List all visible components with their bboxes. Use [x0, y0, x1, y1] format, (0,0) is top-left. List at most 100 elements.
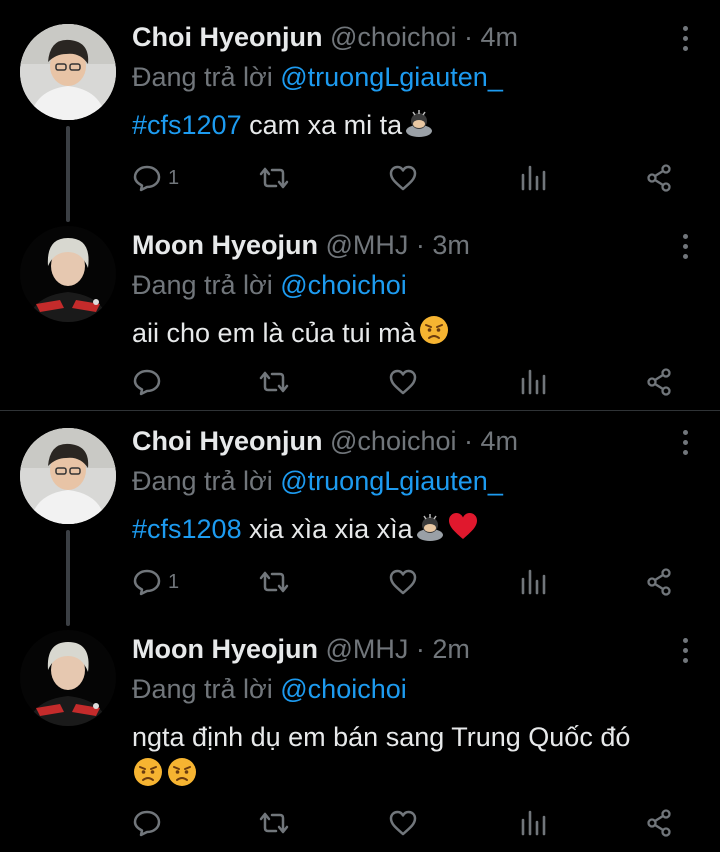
person-bowing-emoji — [404, 107, 434, 147]
like-icon — [389, 165, 417, 191]
share-button[interactable] — [644, 364, 674, 400]
retweet-icon — [259, 167, 289, 189]
reply-icon — [133, 369, 161, 396]
reply-mention-link[interactable]: @truongLgiauten_ — [280, 62, 503, 92]
avatar-image — [20, 630, 116, 726]
display-name[interactable]: Moon Hyeojun — [132, 230, 318, 260]
user-handle[interactable]: @choichoi — [330, 22, 456, 52]
like-button[interactable] — [388, 564, 418, 600]
display-name[interactable]: Moon Hyeojun — [132, 634, 318, 664]
hashtag-link[interactable]: #cfs1208 — [132, 514, 242, 544]
analytics-icon — [521, 369, 546, 395]
retweet-button[interactable] — [258, 805, 290, 841]
analytics-button[interactable] — [518, 805, 548, 841]
action-bar — [132, 805, 692, 841]
replying-to-label: Đang trả lời — [132, 270, 281, 300]
avatar-image — [20, 226, 116, 322]
tweet-body-text: xia xìa xia xìa — [241, 514, 413, 544]
reply-icon — [133, 165, 161, 192]
action-bar — [132, 364, 692, 400]
analytics-icon — [521, 569, 546, 595]
share-icon — [647, 809, 671, 837]
retweet-icon — [259, 571, 289, 593]
replying-to-label: Đang trả lời — [132, 62, 281, 92]
like-icon — [389, 369, 417, 395]
reply-button[interactable]: 1 — [132, 160, 179, 196]
retweet-button[interactable] — [258, 160, 290, 196]
display-name[interactable]: Choi Hyeonjun — [132, 22, 323, 52]
user-handle[interactable]: @MHJ — [326, 634, 409, 664]
avatar[interactable] — [20, 630, 116, 726]
retweet-button[interactable] — [258, 564, 290, 600]
reply-count: 1 — [168, 166, 180, 189]
replying-to-label: Đang trả lời — [132, 674, 281, 704]
tweet-text: #cfs1207 cam xa mi ta — [132, 106, 702, 147]
like-icon — [389, 810, 417, 836]
reply-mention-link[interactable]: @truongLgiauten_ — [280, 466, 503, 496]
timestamp[interactable]: 2m — [432, 634, 470, 664]
hashtag-link[interactable]: #cfs1207 — [132, 110, 242, 140]
avatar-image — [20, 428, 116, 524]
replying-to: Đang trả lời @choichoi — [132, 270, 407, 301]
timestamp[interactable]: 4m — [481, 22, 519, 52]
analytics-button[interactable] — [518, 160, 548, 196]
tweet-1[interactable]: Choi Hyeonjun @choichoi · 4m Đang trả lờ… — [0, 0, 720, 222]
separator: · — [408, 230, 433, 260]
avatar[interactable] — [20, 24, 116, 120]
reply-button[interactable]: 1 — [132, 564, 179, 600]
separator: · — [456, 22, 481, 52]
user-handle[interactable]: @MHJ — [326, 230, 409, 260]
share-icon — [647, 568, 671, 596]
separator: · — [408, 634, 433, 664]
analytics-button[interactable] — [518, 564, 548, 600]
replying-to-label: Đang trả lời — [132, 466, 281, 496]
more-icon[interactable] — [680, 234, 690, 264]
tweet-header: Choi Hyeonjun @choichoi · 4m — [132, 426, 518, 457]
share-button[interactable] — [644, 564, 674, 600]
more-icon[interactable] — [680, 430, 690, 460]
reply-button[interactable] — [132, 805, 168, 841]
retweet-button[interactable] — [258, 364, 290, 400]
more-icon[interactable] — [680, 26, 690, 56]
share-icon — [647, 164, 671, 192]
replying-to: Đang trả lời @truongLgiauten_ — [132, 62, 503, 93]
tweet-body-text: aii cho em là của tui mà — [132, 318, 416, 349]
tweet-body-text: ngta định dụ em bán sang Trung Quốc đó — [132, 722, 631, 752]
timestamp[interactable]: 4m — [481, 426, 519, 456]
tweet-header: Choi Hyeonjun @choichoi · 4m — [132, 22, 518, 53]
analytics-icon — [521, 810, 546, 836]
tweet-2[interactable]: Moon Hyeojun @MHJ · 3m Đang trả lời @cho… — [0, 208, 720, 410]
tweet-4[interactable]: Moon Hyeojun @MHJ · 2m Đang trả lời @cho… — [0, 612, 720, 852]
retweet-icon — [259, 812, 289, 834]
like-button[interactable] — [388, 160, 418, 196]
tweet-3[interactable]: Choi Hyeonjun @choichoi · 4m Đang trả lờ… — [0, 404, 720, 626]
reply-mention-link[interactable]: @choichoi — [280, 270, 406, 300]
tweet-body-text: cam xa mi ta — [241, 110, 403, 140]
like-button[interactable] — [388, 364, 418, 400]
tweet-text: aii cho em là của tui mà — [132, 314, 702, 356]
more-icon[interactable] — [680, 638, 690, 668]
replying-to: Đang trả lời @choichoi — [132, 674, 407, 705]
share-button[interactable] — [644, 805, 674, 841]
replying-to: Đang trả lời @truongLgiauten_ — [132, 466, 503, 497]
share-button[interactable] — [644, 160, 674, 196]
like-icon — [389, 569, 417, 595]
tweet-header: Moon Hyeojun @MHJ · 2m — [132, 634, 470, 665]
avatar-image — [20, 24, 116, 120]
reply-icon — [133, 569, 161, 596]
avatar[interactable] — [20, 428, 116, 524]
reply-mention-link[interactable]: @choichoi — [280, 674, 406, 704]
reply-icon — [133, 810, 161, 837]
user-handle[interactable]: @choichoi — [330, 426, 456, 456]
red-heart-emoji — [447, 511, 479, 551]
avatar[interactable] — [20, 226, 116, 322]
display-name[interactable]: Choi Hyeonjun — [132, 426, 323, 456]
analytics-button[interactable] — [518, 364, 548, 400]
like-button[interactable] — [388, 805, 418, 841]
timestamp[interactable]: 3m — [432, 230, 470, 260]
reply-button[interactable] — [132, 364, 168, 400]
retweet-icon — [259, 371, 289, 393]
angry-face-emoji — [166, 756, 198, 798]
tweet-text: #cfs1208 xia xìa xia xìa — [132, 510, 702, 551]
separator: · — [456, 426, 481, 456]
